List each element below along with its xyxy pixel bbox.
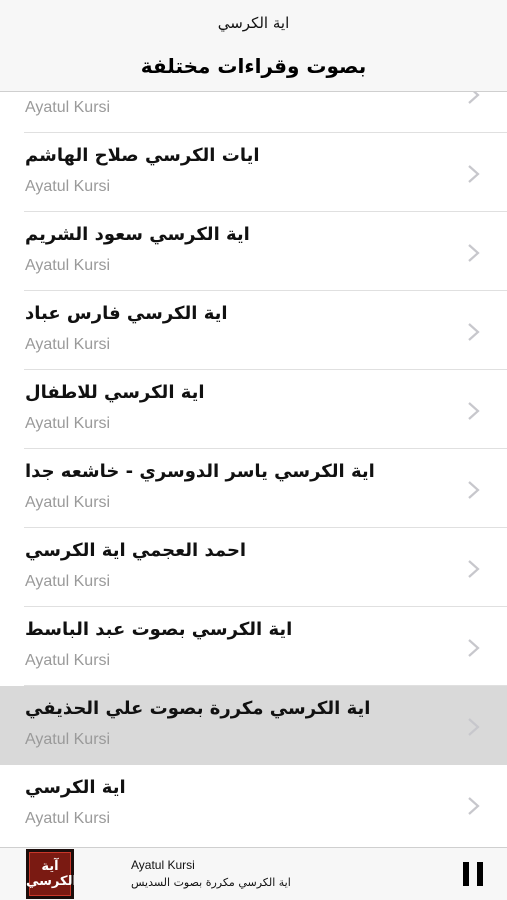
chevron-right-icon: [468, 165, 480, 183]
album-artwork: آية الكرسي: [26, 849, 74, 899]
chevron-right-icon: [468, 481, 480, 499]
chevron-right-icon: [468, 718, 480, 736]
mini-player[interactable]: آية الكرسي Ayatul Kursi اية الكرسي مكررة…: [0, 847, 507, 900]
item-subtitle: Ayatul Kursi: [25, 336, 111, 353]
list-item[interactable]: احمد العجمي اية الكرسي Ayatul Kursi: [0, 528, 507, 607]
chevron-right-icon: [468, 639, 480, 657]
list-item[interactable]: اية الكرسي ياسر الدوسري - خاشعه جدا Ayat…: [0, 449, 507, 528]
item-title: احمد العجمي اية الكرسي: [25, 540, 247, 561]
list-item[interactable]: اية الكرسي سعود الشريم Ayatul Kursi: [0, 212, 507, 291]
chevron-right-icon: [468, 560, 480, 578]
item-subtitle: Ayatul Kursi: [25, 573, 111, 590]
item-subtitle: Ayatul Kursi: [25, 731, 111, 748]
item-title: اية الكرسي بصوت عبد الباسط: [25, 619, 293, 640]
item-subtitle: Ayatul Kursi: [25, 810, 111, 827]
nav-header: اية الكرسي بصوت وقراءات مختلفة: [0, 0, 507, 92]
page-title: بصوت وقراءات مختلفة: [140, 54, 367, 78]
pause-button[interactable]: [463, 862, 483, 886]
item-subtitle: Ayatul Kursi: [25, 178, 111, 195]
item-subtitle: Ayatul Kursi: [25, 494, 111, 511]
pause-icon: [477, 862, 483, 886]
artwork-text: آية الكرسي: [26, 859, 74, 889]
item-title: اية الكرسي: [25, 777, 126, 798]
item-subtitle: Ayatul Kursi: [25, 415, 111, 432]
item-title: اية الكرسي فارس عباد: [25, 303, 228, 324]
item-subtitle: Ayatul Kursi: [25, 99, 111, 116]
item-title: اية الكرسي للاطفال: [25, 382, 205, 403]
item-title: اية الكرسي ياسر الدوسري - خاشعه جدا: [25, 461, 375, 482]
list-item[interactable]: اية الكرسي فارس عباد Ayatul Kursi: [0, 291, 507, 370]
item-subtitle: Ayatul Kursi: [25, 652, 111, 669]
item-subtitle: Ayatul Kursi: [25, 257, 111, 274]
chevron-right-icon: [468, 797, 480, 815]
list-item[interactable]: ايات الكرسي صلاح الهاشم Ayatul Kursi: [0, 133, 507, 212]
item-title: اية الكرسي سعود الشريم: [25, 224, 250, 245]
item-title: ايات الكرسي صلاح الهاشم: [25, 145, 260, 166]
chevron-right-icon: [468, 323, 480, 341]
list-item[interactable]: Ayatul Kursi: [0, 92, 507, 133]
chevron-right-icon: [468, 402, 480, 420]
list-item[interactable]: اية الكرسي Ayatul Kursi: [0, 765, 507, 844]
list-item-selected[interactable]: اية الكرسي مكررة بصوت علي الحذيفي Ayatul…: [0, 686, 507, 765]
now-playing-subtitle: اية الكرسي مكررة بصوت السديس: [131, 876, 291, 889]
item-title: اية الكرسي مكررة بصوت علي الحذيفي: [25, 698, 371, 719]
pause-icon: [463, 862, 469, 886]
app-title: اية الكرسي: [217, 14, 290, 32]
now-playing-title: Ayatul Kursi: [131, 858, 195, 872]
chevron-right-icon: [468, 244, 480, 262]
list-item[interactable]: اية الكرسي بصوت عبد الباسط Ayatul Kursi: [0, 607, 507, 686]
list-item[interactable]: اية الكرسي للاطفال Ayatul Kursi: [0, 370, 507, 449]
chevron-right-icon: [468, 92, 480, 104]
recitation-list[interactable]: Ayatul Kursi ايات الكرسي صلاح الهاشم Aya…: [0, 92, 507, 847]
